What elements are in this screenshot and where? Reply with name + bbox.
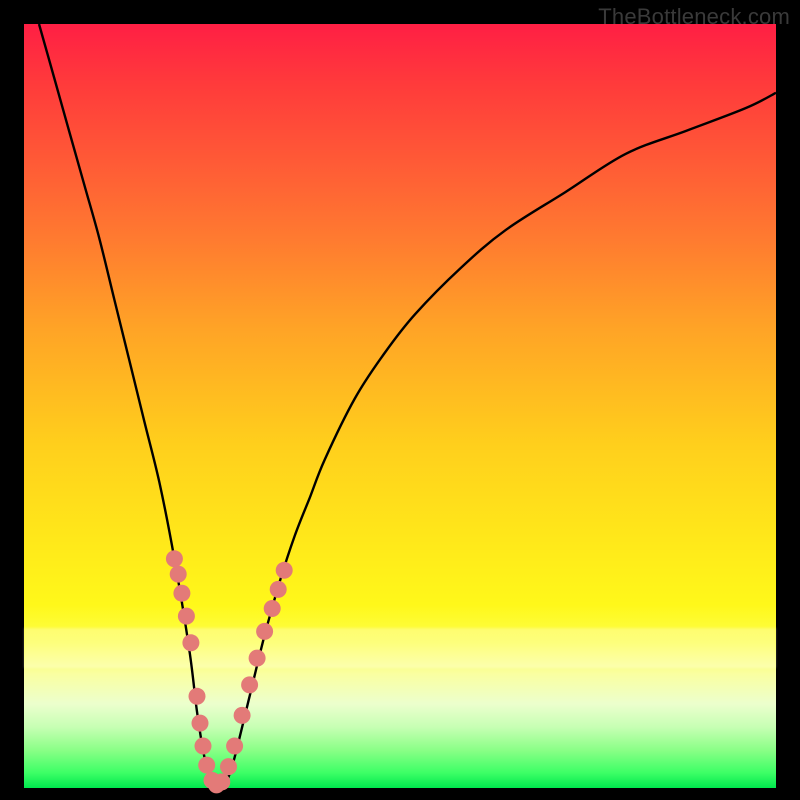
curve-marker (182, 634, 199, 651)
curve-marker (189, 688, 206, 705)
bottleneck-curve-svg (24, 24, 776, 788)
curve-marker (173, 585, 190, 602)
curve-marker (226, 738, 243, 755)
curve-marker (270, 581, 287, 598)
curve-marker (256, 623, 273, 640)
curve-marker (198, 757, 215, 774)
curve-marker (234, 707, 251, 724)
curve-marker (213, 773, 230, 790)
curve-marker (220, 758, 237, 775)
curve-marker (166, 550, 183, 567)
curve-marker (264, 600, 281, 617)
curve-marker (170, 566, 187, 583)
curve-marker (195, 738, 212, 755)
curve-marker (178, 608, 195, 625)
curve-markers (166, 550, 293, 793)
curve-marker (249, 650, 266, 667)
curve-marker (241, 676, 258, 693)
watermark: TheBottleneck.com (598, 4, 790, 30)
curve-marker (192, 715, 209, 732)
chart-plot-area (24, 24, 776, 788)
curve-marker (276, 562, 293, 579)
bottleneck-curve (39, 24, 776, 788)
